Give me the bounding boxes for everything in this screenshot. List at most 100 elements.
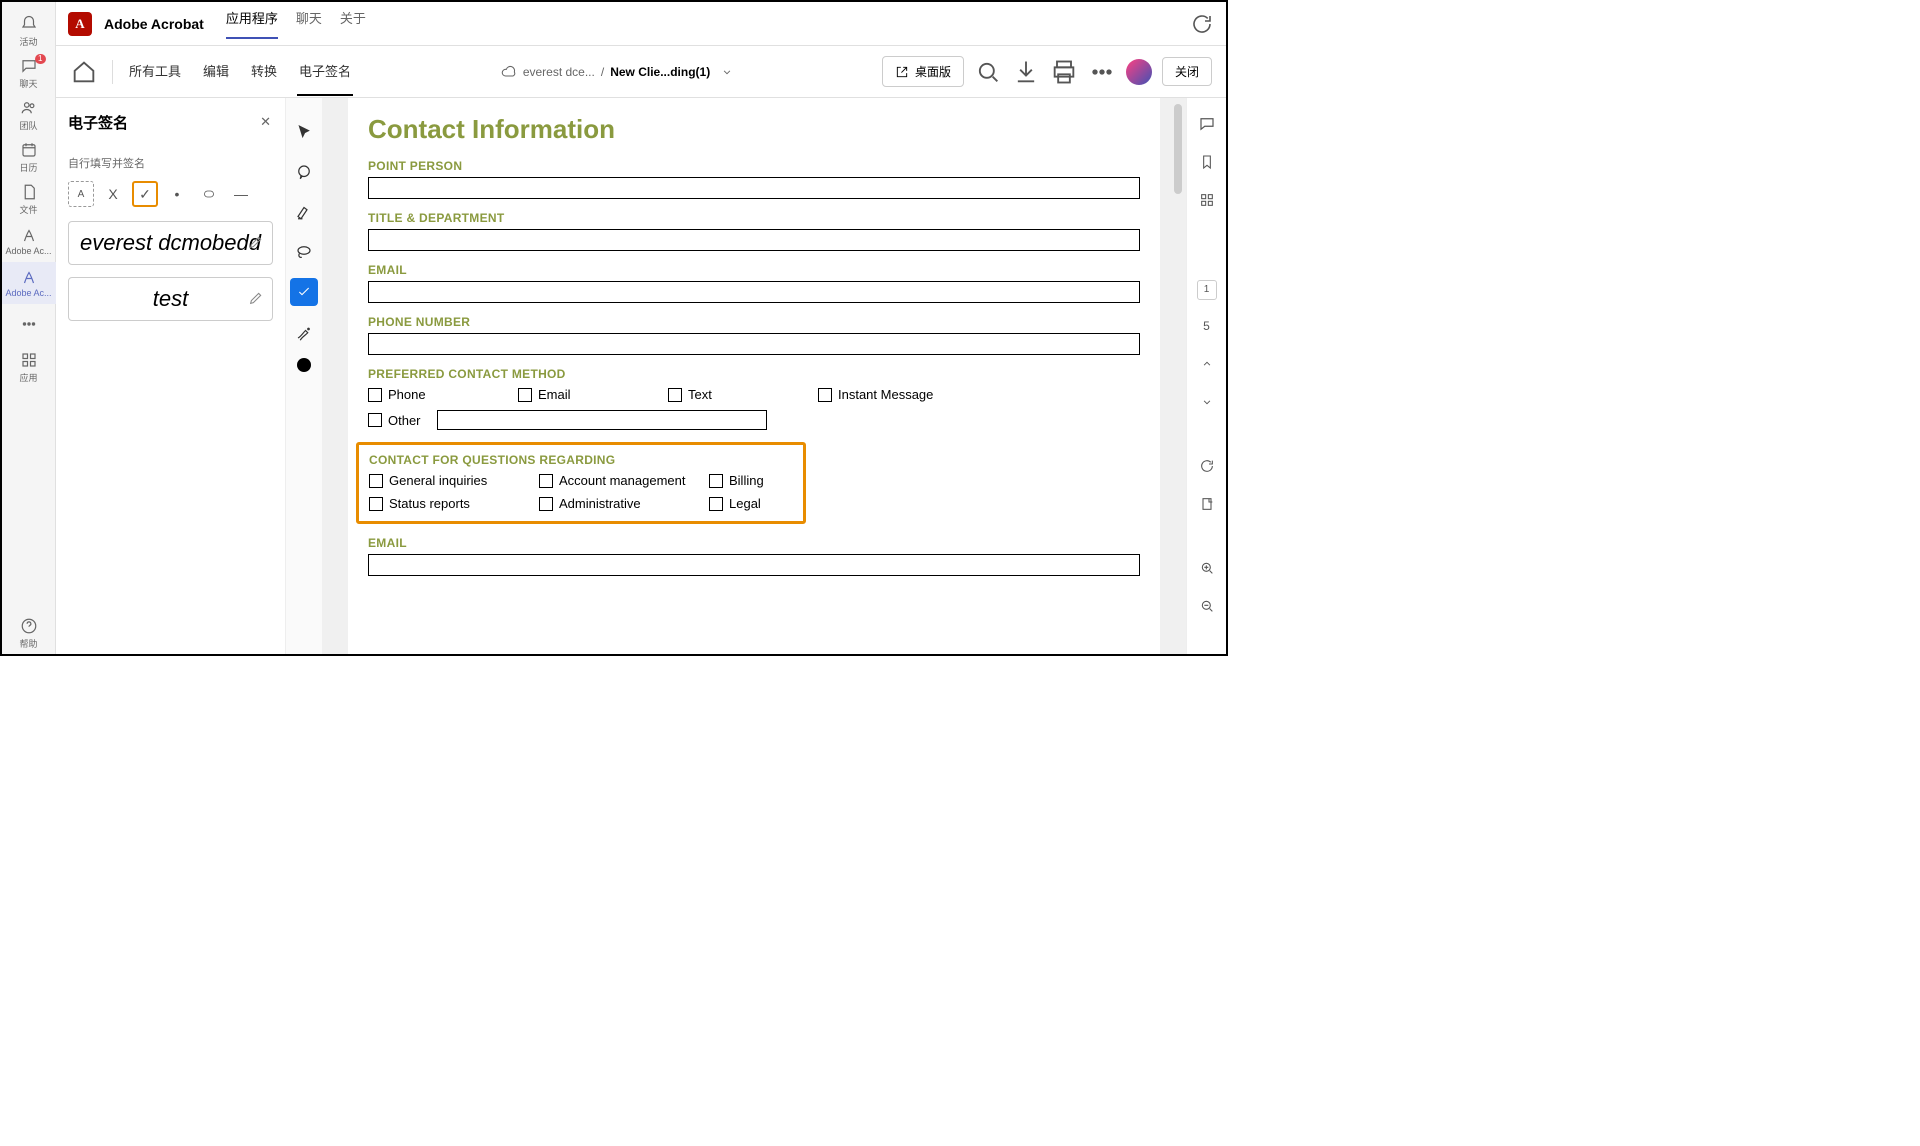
rail-chat[interactable]: 1 聊天 bbox=[2, 52, 56, 94]
page-down-button[interactable] bbox=[1195, 390, 1219, 414]
breadcrumb-folder[interactable]: everest dce... bbox=[523, 65, 595, 79]
field-title-dept[interactable] bbox=[368, 229, 1140, 251]
chk-label-bill: Billing bbox=[729, 473, 764, 488]
search-button[interactable] bbox=[974, 58, 1002, 86]
tab-all-tools[interactable]: 所有工具 bbox=[127, 47, 183, 96]
bookmark-button[interactable] bbox=[1195, 150, 1219, 174]
checkmark-tool[interactable]: ✓ bbox=[132, 181, 158, 207]
desktop-version-button[interactable]: 桌面版 bbox=[882, 56, 964, 87]
document-viewport[interactable]: Contact Information POINT PERSON TITLE &… bbox=[322, 98, 1186, 654]
draw-tool[interactable] bbox=[290, 318, 318, 346]
rail-cal-label: 日历 bbox=[19, 161, 37, 174]
breadcrumb: everest dce... / New Clie...ding(1) bbox=[501, 64, 734, 80]
field-email-2[interactable] bbox=[368, 554, 1140, 576]
tab-convert[interactable]: 转换 bbox=[249, 47, 279, 96]
rotate-button[interactable] bbox=[1195, 454, 1219, 478]
thumbnails-button[interactable] bbox=[1195, 188, 1219, 212]
people-icon bbox=[20, 99, 38, 117]
label-title-dept: TITLE & DEPARTMENT bbox=[368, 211, 1140, 225]
rail-acro2-label: Adobe Ac... bbox=[5, 288, 51, 298]
tab-about[interactable]: 关于 bbox=[340, 8, 366, 39]
page-view-button[interactable] bbox=[1195, 492, 1219, 516]
field-phone[interactable] bbox=[368, 333, 1140, 355]
zoom-out-button[interactable] bbox=[1195, 594, 1219, 618]
checkbox-email[interactable] bbox=[518, 388, 532, 402]
sign-tool-row: A X ✓ • — bbox=[68, 181, 273, 207]
checkbox-sr[interactable] bbox=[369, 497, 383, 511]
download-button[interactable] bbox=[1012, 58, 1040, 86]
chevron-down-icon[interactable] bbox=[720, 65, 734, 79]
rail-acrobat-2[interactable]: Adobe Ac... bbox=[2, 262, 56, 304]
breadcrumb-doc[interactable]: New Clie...ding(1) bbox=[610, 65, 710, 79]
checkbox-adm[interactable] bbox=[539, 497, 553, 511]
color-picker[interactable] bbox=[297, 358, 311, 372]
checkbox-other[interactable] bbox=[368, 413, 382, 427]
rail-apps[interactable]: 应用 bbox=[2, 346, 56, 388]
bookmark-icon bbox=[1199, 154, 1215, 170]
dot-tool[interactable]: • bbox=[164, 181, 190, 207]
highlight-tool[interactable] bbox=[290, 198, 318, 226]
field-email[interactable] bbox=[368, 281, 1140, 303]
close-button[interactable]: 关闭 bbox=[1162, 57, 1212, 86]
page-total: 5 bbox=[1195, 314, 1219, 338]
refresh-button[interactable] bbox=[1190, 12, 1214, 36]
checkbox-legal[interactable] bbox=[709, 497, 723, 511]
tab-application[interactable]: 应用程序 bbox=[226, 8, 278, 39]
fill-sign-tool[interactable] bbox=[290, 278, 318, 306]
field-point-person[interactable] bbox=[368, 177, 1140, 199]
bell-icon bbox=[20, 15, 38, 33]
sign-check-icon bbox=[296, 284, 312, 300]
rail-acro1-label: Adobe Ac... bbox=[5, 246, 51, 256]
pointer-tool[interactable] bbox=[290, 118, 318, 146]
rail-files[interactable]: 文件 bbox=[2, 178, 56, 220]
panel-close-button[interactable]: ✕ bbox=[260, 114, 271, 130]
signature-full[interactable]: everest dcmobedd bbox=[68, 221, 273, 265]
home-button[interactable] bbox=[70, 58, 98, 86]
label-point-person: POINT PERSON bbox=[368, 159, 1140, 173]
teams-left-rail: 活动 1 聊天 团队 日历 文件 Adobe Ac... Adobe Ac... bbox=[2, 2, 56, 654]
rail-teams[interactable]: 团队 bbox=[2, 94, 56, 136]
rail-acrobat-1[interactable]: Adobe Ac... bbox=[2, 220, 56, 262]
pencil-icon[interactable] bbox=[248, 234, 264, 250]
checkbox-text[interactable] bbox=[668, 388, 682, 402]
rail-more[interactable] bbox=[2, 304, 56, 346]
signature-short-text: test bbox=[153, 286, 188, 312]
more-button[interactable] bbox=[1088, 58, 1116, 86]
checkbox-am[interactable] bbox=[539, 474, 553, 488]
rail-calendar[interactable]: 日历 bbox=[2, 136, 56, 178]
cursor-icon bbox=[296, 124, 312, 140]
x-tool[interactable]: X bbox=[100, 181, 126, 207]
print-button[interactable] bbox=[1050, 58, 1078, 86]
comments-panel-button[interactable] bbox=[1195, 112, 1219, 136]
chk-label-other: Other bbox=[388, 413, 421, 428]
field-other[interactable] bbox=[437, 410, 767, 430]
checkbox-im[interactable] bbox=[818, 388, 832, 402]
user-avatar[interactable] bbox=[1126, 59, 1152, 85]
line-tool[interactable]: — bbox=[228, 181, 254, 207]
page-current[interactable]: 1 bbox=[1197, 280, 1217, 300]
grid-icon bbox=[20, 351, 38, 369]
page-up-button[interactable] bbox=[1195, 352, 1219, 376]
checkbox-bill[interactable] bbox=[709, 474, 723, 488]
checkbox-phone[interactable] bbox=[368, 388, 382, 402]
label-phone: PHONE NUMBER bbox=[368, 315, 1140, 329]
lasso-tool[interactable] bbox=[290, 238, 318, 266]
tab-esign[interactable]: 电子签名 bbox=[297, 47, 353, 96]
chk-label-phone: Phone bbox=[388, 387, 426, 402]
pencil-icon[interactable] bbox=[248, 290, 264, 306]
scrollbar[interactable] bbox=[1174, 104, 1182, 194]
more-icon bbox=[1088, 58, 1116, 86]
tab-chat[interactable]: 聊天 bbox=[296, 8, 322, 39]
rail-activity[interactable]: 活动 bbox=[2, 10, 56, 52]
zoom-in-button[interactable] bbox=[1195, 556, 1219, 580]
signature-initials[interactable]: test bbox=[68, 277, 273, 321]
tab-edit[interactable]: 编辑 bbox=[201, 47, 231, 96]
acrobat-logo-icon: A bbox=[68, 12, 92, 36]
rail-help[interactable]: 帮助 bbox=[2, 612, 56, 654]
rail-activity-label: 活动 bbox=[19, 35, 37, 48]
checkbox-gi[interactable] bbox=[369, 474, 383, 488]
calendar-icon bbox=[20, 141, 38, 159]
text-tool[interactable]: A bbox=[68, 181, 94, 207]
circle-tool[interactable] bbox=[196, 181, 222, 207]
comment-tool[interactable] bbox=[290, 158, 318, 186]
